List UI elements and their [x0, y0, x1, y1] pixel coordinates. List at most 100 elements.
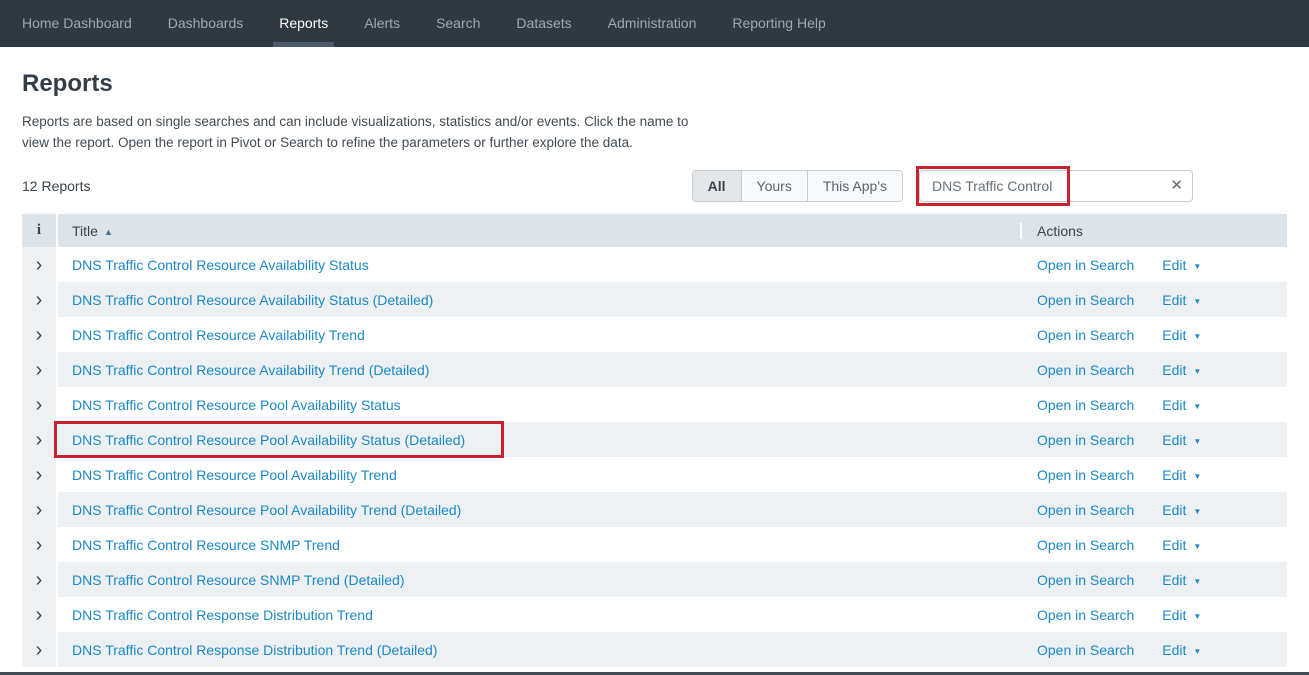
filter-all-button[interactable]: All: [693, 171, 742, 201]
edit-dropdown[interactable]: Edit ▼: [1162, 292, 1201, 308]
caret-down-icon: ▼: [1193, 437, 1201, 446]
nav-alerts[interactable]: Alerts: [346, 0, 418, 47]
caret-down-icon: ▼: [1193, 577, 1201, 586]
row-expander[interactable]: ›: [22, 597, 58, 632]
report-title-link[interactable]: DNS Traffic Control Response Distributio…: [72, 642, 437, 658]
open-in-search-link[interactable]: Open in Search: [1037, 467, 1134, 483]
nav-home-dashboard[interactable]: Home Dashboard: [0, 0, 150, 47]
open-in-search-link[interactable]: Open in Search: [1037, 432, 1134, 448]
report-actions-cell: Open in Search Edit ▼: [1020, 502, 1287, 518]
row-expander[interactable]: ›: [22, 492, 58, 527]
nav-reporting-help[interactable]: Reporting Help: [714, 0, 843, 47]
edit-label: Edit: [1162, 572, 1190, 588]
row-expander[interactable]: ›: [22, 247, 58, 282]
open-in-search-link[interactable]: Open in Search: [1037, 362, 1134, 378]
table-header-row: i Title▲ Actions: [22, 214, 1287, 247]
open-in-search-link[interactable]: Open in Search: [1037, 642, 1134, 658]
table-row: › DNS Traffic Control Resource Availabil…: [22, 282, 1287, 317]
caret-down-icon: ▼: [1193, 367, 1201, 376]
report-title-cell: DNS Traffic Control Resource Availabilit…: [58, 292, 1020, 308]
chevron-right-icon: ›: [36, 640, 43, 660]
edit-dropdown[interactable]: Edit ▼: [1162, 362, 1201, 378]
open-in-search-link[interactable]: Open in Search: [1037, 397, 1134, 413]
active-tab-indicator: [273, 42, 334, 47]
report-title-link[interactable]: DNS Traffic Control Resource Availabilit…: [72, 362, 429, 378]
report-title-link[interactable]: DNS Traffic Control Resource Pool Availa…: [72, 502, 461, 518]
chevron-right-icon: ›: [36, 500, 43, 520]
report-actions-cell: Open in Search Edit ▼: [1020, 292, 1287, 308]
caret-down-icon: ▼: [1193, 647, 1201, 656]
row-expander[interactable]: ›: [22, 422, 58, 457]
edit-label: Edit: [1162, 502, 1190, 518]
row-expander[interactable]: ›: [22, 527, 58, 562]
open-in-search-link[interactable]: Open in Search: [1037, 537, 1134, 553]
report-title-link[interactable]: DNS Traffic Control Resource SNMP Trend …: [72, 572, 405, 588]
edit-dropdown[interactable]: Edit ▼: [1162, 327, 1201, 343]
edit-dropdown[interactable]: Edit ▼: [1162, 432, 1201, 448]
row-expander[interactable]: ›: [22, 387, 58, 422]
nav-reports-label: Reports: [279, 15, 328, 31]
open-in-search-link[interactable]: Open in Search: [1037, 327, 1134, 343]
edit-label: Edit: [1162, 432, 1190, 448]
report-actions-cell: Open in Search Edit ▼: [1020, 607, 1287, 623]
clear-search-icon[interactable]: ✕: [1170, 176, 1183, 196]
caret-down-icon: ▼: [1193, 507, 1201, 516]
edit-label: Edit: [1162, 327, 1190, 343]
row-expander[interactable]: ›: [22, 457, 58, 492]
row-expander[interactable]: ›: [22, 352, 58, 387]
edit-label: Edit: [1162, 362, 1190, 378]
info-icon: i: [37, 222, 41, 239]
edit-dropdown[interactable]: Edit ▼: [1162, 607, 1201, 623]
nav-search[interactable]: Search: [418, 0, 498, 47]
edit-dropdown[interactable]: Edit ▼: [1162, 397, 1201, 413]
row-expander[interactable]: ›: [22, 562, 58, 597]
report-title-link[interactable]: DNS Traffic Control Resource SNMP Trend: [72, 537, 340, 553]
edit-dropdown[interactable]: Edit ▼: [1162, 537, 1201, 553]
sort-ascending-icon: ▲: [104, 227, 113, 237]
open-in-search-link[interactable]: Open in Search: [1037, 607, 1134, 623]
actions-header-label: Actions: [1037, 223, 1083, 239]
nav-administration[interactable]: Administration: [590, 0, 715, 47]
open-in-search-link[interactable]: Open in Search: [1037, 502, 1134, 518]
row-expander[interactable]: ›: [22, 317, 58, 352]
report-title-link[interactable]: DNS Traffic Control Resource Pool Availa…: [72, 432, 465, 448]
nav-reports[interactable]: Reports: [261, 0, 346, 47]
caret-down-icon: ▼: [1193, 542, 1201, 551]
search-input[interactable]: [919, 170, 1193, 202]
page-title: Reports: [22, 70, 1287, 98]
edit-dropdown[interactable]: Edit ▼: [1162, 257, 1201, 273]
report-actions-cell: Open in Search Edit ▼: [1020, 257, 1287, 273]
report-title-link[interactable]: DNS Traffic Control Resource Pool Availa…: [72, 467, 397, 483]
edit-dropdown[interactable]: Edit ▼: [1162, 467, 1201, 483]
title-column-header[interactable]: Title▲: [58, 223, 1020, 239]
chevron-right-icon: ›: [36, 465, 43, 485]
edit-dropdown[interactable]: Edit ▼: [1162, 502, 1201, 518]
edit-label: Edit: [1162, 467, 1190, 483]
filter-bar: 12 Reports All Yours This App's ✕: [22, 170, 1287, 202]
edit-dropdown[interactable]: Edit ▼: [1162, 642, 1201, 658]
table-row: › DNS Traffic Control Resource SNMP Tren…: [22, 562, 1287, 597]
filter-this-apps-button[interactable]: This App's: [808, 171, 902, 201]
filter-yours-button[interactable]: Yours: [742, 171, 808, 201]
report-title-link[interactable]: DNS Traffic Control Resource Availabilit…: [72, 292, 433, 308]
row-expander[interactable]: ›: [22, 282, 58, 317]
report-actions-cell: Open in Search Edit ▼: [1020, 397, 1287, 413]
row-expander[interactable]: ›: [22, 632, 58, 667]
report-title-link[interactable]: DNS Traffic Control Response Distributio…: [72, 607, 373, 623]
caret-down-icon: ▼: [1193, 332, 1201, 341]
open-in-search-link[interactable]: Open in Search: [1037, 257, 1134, 273]
nav-dashboards[interactable]: Dashboards: [150, 0, 262, 47]
edit-dropdown[interactable]: Edit ▼: [1162, 572, 1201, 588]
chevron-right-icon: ›: [36, 395, 43, 415]
nav-datasets[interactable]: Datasets: [498, 0, 589, 47]
caret-down-icon: ▼: [1193, 612, 1201, 621]
edit-label: Edit: [1162, 642, 1190, 658]
table-row: › DNS Traffic Control Resource Availabil…: [22, 352, 1287, 387]
report-title-link[interactable]: DNS Traffic Control Resource Availabilit…: [72, 257, 369, 273]
top-navbar: Home Dashboard Dashboards Reports Alerts…: [0, 0, 1309, 47]
chevron-right-icon: ›: [36, 290, 43, 310]
open-in-search-link[interactable]: Open in Search: [1037, 572, 1134, 588]
open-in-search-link[interactable]: Open in Search: [1037, 292, 1134, 308]
report-title-link[interactable]: DNS Traffic Control Resource Pool Availa…: [72, 397, 401, 413]
report-title-link[interactable]: DNS Traffic Control Resource Availabilit…: [72, 327, 365, 343]
